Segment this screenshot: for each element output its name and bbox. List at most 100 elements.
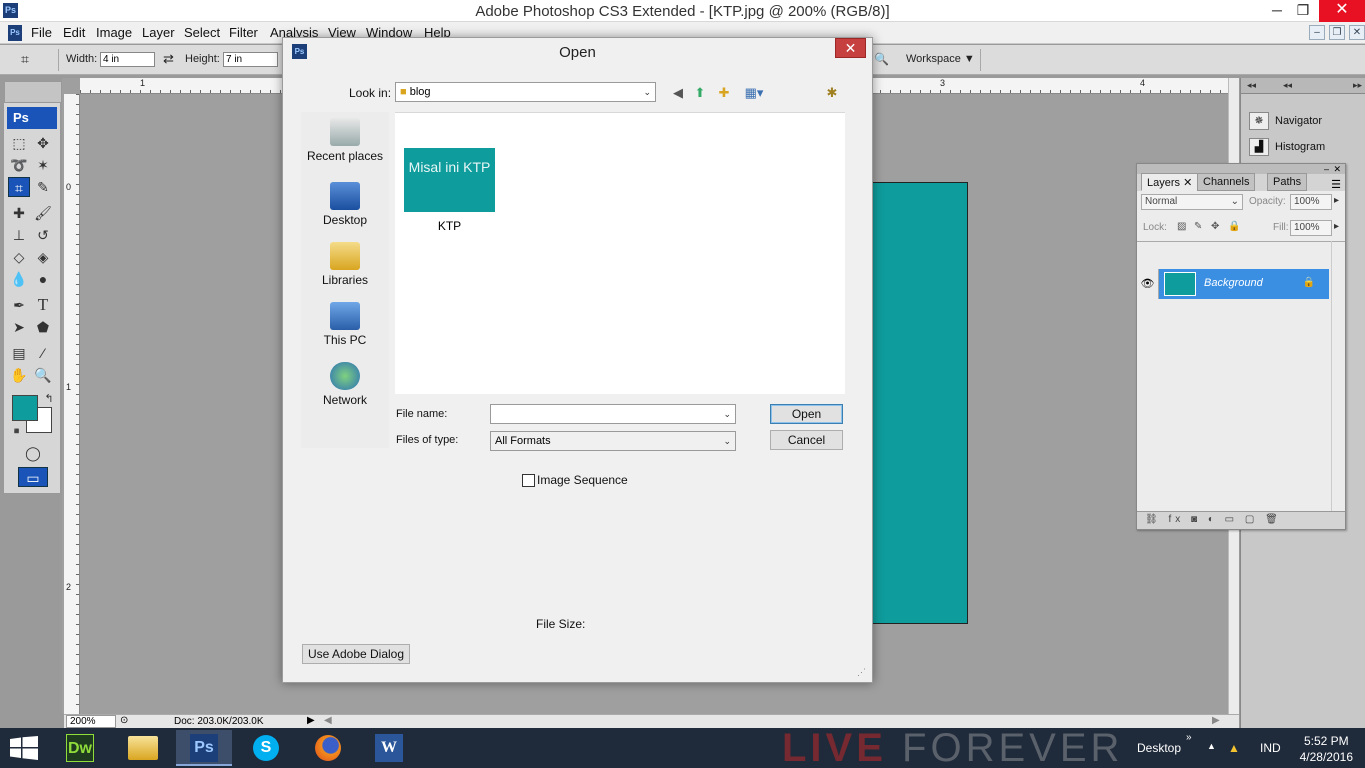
navigator-panel-button[interactable]: ✵ Navigator <box>1249 112 1322 130</box>
healing-brush-icon[interactable]: ✚ <box>8 203 30 223</box>
taskbar-dreamweaver[interactable]: Dw <box>52 730 108 766</box>
status-menu-icon[interactable]: ⊙ <box>120 715 128 726</box>
doc-minimize-icon[interactable]: – <box>1309 25 1325 40</box>
search-icon[interactable]: 🔍 <box>874 52 889 66</box>
paint-bucket-icon[interactable]: ◈ <box>32 247 54 267</box>
taskbar-firefox[interactable] <box>300 730 356 766</box>
doc-restore-icon[interactable]: ❐ <box>1329 25 1345 40</box>
magic-wand-icon[interactable]: ✶ <box>32 155 54 175</box>
toolbar-expand-icon[interactable]: » <box>1186 732 1192 743</box>
marquee-tool-icon[interactable]: ⬚ <box>8 133 30 153</box>
lock-transparency-icon[interactable]: ▨ <box>1177 221 1186 232</box>
collapse-icon[interactable]: ◂◂ <box>1247 80 1256 91</box>
file-name-label[interactable]: KTP <box>404 219 495 233</box>
move-tool-icon[interactable]: ✥ <box>32 133 54 153</box>
dock-header[interactable]: ◂◂ ◂◂ ▸▸ <box>1241 78 1365 94</box>
history-brush-icon[interactable]: ↺ <box>32 225 54 245</box>
show-hidden-icons[interactable]: ▲ <box>1207 741 1216 751</box>
eraser-tool-icon[interactable]: ◇ <box>8 247 30 267</box>
collapse-icon[interactable]: ◂◂ <box>1283 80 1292 91</box>
crop-tool-preset-icon[interactable]: ⌗ <box>14 49 36 69</box>
scroll-right-icon[interactable]: ▶ <box>1212 715 1220 726</box>
panel-close-icon[interactable]: ✕ <box>1333 164 1341 175</box>
layer-row-background[interactable]: 👁 Background 🔒 <box>1137 269 1329 299</box>
look-in-select[interactable]: ■ blog ⌄ <box>395 82 656 102</box>
slice-tool-icon[interactable]: ✎ <box>32 177 54 197</box>
opacity-field[interactable]: 100% <box>1290 194 1332 210</box>
place-libraries[interactable]: Libraries <box>301 242 389 287</box>
tab-layers[interactable]: Layers ✕ <box>1141 173 1199 191</box>
file-name-input[interactable]: ⌄ <box>490 404 736 424</box>
brush-tool-icon[interactable]: 🖌 <box>32 203 54 223</box>
pen-tool-icon[interactable]: ✒ <box>8 295 30 315</box>
zoom-tool-icon[interactable]: 🔍 <box>32 365 54 385</box>
blur-tool-icon[interactable]: 💧 <box>8 269 30 289</box>
files-of-type-select[interactable]: All Formats ⌄ <box>490 431 736 451</box>
shape-tool-icon[interactable]: ⬟ <box>32 317 54 337</box>
toolbox-header[interactable] <box>4 81 62 103</box>
dodge-tool-icon[interactable]: ● <box>32 269 54 289</box>
lock-position-icon[interactable]: ✥ <box>1211 221 1219 232</box>
close-window-button[interactable]: ✕ <box>1319 0 1365 22</box>
swap-colors-icon[interactable]: ↰ <box>38 389 60 409</box>
image-sequence-checkbox[interactable] <box>522 474 535 487</box>
taskbar-skype[interactable]: S <box>238 730 294 766</box>
eyedropper-icon[interactable]: ⁄ <box>32 343 54 363</box>
menu-edit[interactable]: Edit <box>63 25 85 40</box>
menu-image[interactable]: Image <box>96 25 132 40</box>
layer-action-icons[interactable]: ⛓ fx ◙ ◐ ▭ ▢ 🗑 <box>1145 514 1282 525</box>
path-selection-icon[interactable]: ➤ <box>8 317 30 337</box>
lasso-tool-icon[interactable]: ➰ <box>8 155 30 175</box>
fill-field[interactable]: 100% <box>1290 220 1332 236</box>
cancel-button[interactable]: Cancel <box>770 430 843 450</box>
place-recent-places[interactable]: Recent places <box>301 118 389 163</box>
taskbar-file-explorer[interactable] <box>115 730 171 766</box>
visibility-eye-icon[interactable]: 👁 <box>1137 269 1159 299</box>
language-indicator[interactable]: IND <box>1260 741 1281 755</box>
screen-mode-icon[interactable]: ▭ <box>18 467 48 487</box>
clock[interactable]: 5:52 PM 4/28/2016 <box>1300 733 1353 765</box>
taskbar-word[interactable]: W <box>361 730 417 766</box>
desktop-toolbar-label[interactable]: Desktop <box>1137 741 1181 755</box>
lock-all-icon[interactable]: 🔒 <box>1228 221 1240 232</box>
dialog-close-button[interactable]: ✕ <box>835 38 866 58</box>
lock-pixels-icon[interactable]: ✎ <box>1194 221 1202 232</box>
file-list[interactable]: Misal ini KTP KTP <box>395 112 845 394</box>
default-colors-icon[interactable]: ◾ <box>6 421 28 441</box>
type-tool-icon[interactable]: T <box>32 295 54 315</box>
menu-filter[interactable]: Filter <box>229 25 258 40</box>
new-folder-icon[interactable]: ✚ <box>715 85 733 101</box>
expand-icon[interactable]: ▸▸ <box>1353 80 1362 91</box>
place-this-pc[interactable]: This PC <box>301 302 389 347</box>
opacity-arrow-icon[interactable]: ▸ <box>1334 195 1339 206</box>
use-adobe-dialog-button[interactable]: Use Adobe Dialog <box>302 644 410 664</box>
clone-stamp-icon[interactable]: ⊥ <box>8 225 30 245</box>
width-field[interactable]: 4 in <box>100 52 155 67</box>
taskbar-photoshop[interactable]: Ps <box>176 730 232 766</box>
open-button[interactable]: Open <box>770 404 843 424</box>
foreground-color-swatch[interactable] <box>12 395 38 421</box>
panel-menu-icon[interactable]: ☰ <box>1331 178 1341 191</box>
quick-mask-icon[interactable]: ◯ <box>22 443 44 463</box>
notes-tool-icon[interactable]: ▤ <box>8 343 30 363</box>
menu-layer[interactable]: Layer <box>142 25 175 40</box>
layers-scrollbar[interactable] <box>1331 241 1345 511</box>
minimize-button[interactable]: ─ <box>1263 0 1291 22</box>
height-field[interactable]: 7 in <box>223 52 278 67</box>
maximize-button[interactable]: ❐ <box>1289 0 1317 22</box>
panel-minimize-icon[interactable]: – <box>1324 164 1329 174</box>
tab-paths[interactable]: Paths <box>1267 173 1308 191</box>
place-desktop[interactable]: Desktop <box>301 182 389 227</box>
windows-start-icon[interactable] <box>10 736 38 760</box>
hand-tool-icon[interactable]: ✋ <box>8 365 30 385</box>
scroll-left-icon[interactable]: ◀ <box>324 715 332 726</box>
crop-tool-icon[interactable]: ⌗ <box>8 177 30 197</box>
dialog-titlebar[interactable]: Ps Open ✕ <box>283 38 872 66</box>
histogram-panel-button[interactable]: ▟ Histogram <box>1249 138 1325 156</box>
workspace-menu[interactable]: Workspace ▼ <box>906 53 975 65</box>
resize-grip-icon[interactable]: ⋰ <box>857 667 866 678</box>
swap-icon[interactable]: ⇄ <box>163 51 174 67</box>
menu-file[interactable]: File <box>31 25 52 40</box>
tab-channels[interactable]: Channels <box>1197 173 1256 191</box>
zoom-field[interactable]: 200% <box>66 715 116 728</box>
